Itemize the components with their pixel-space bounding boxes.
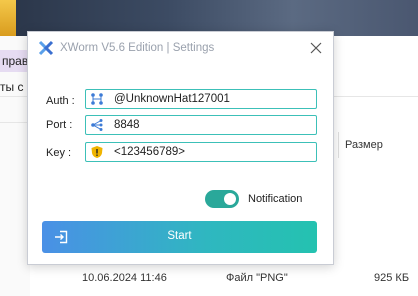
port-field-box[interactable] — [85, 115, 317, 135]
key-label: Key : — [46, 147, 72, 159]
key-input[interactable] — [114, 144, 310, 160]
notification-toggle[interactable] — [205, 190, 239, 208]
column-header-size[interactable]: Размер — [345, 139, 383, 151]
dialog-title: XWorm V5.6 Edition | Settings — [60, 42, 215, 54]
port-tree-icon — [91, 119, 103, 131]
start-button-label: Start — [167, 230, 192, 242]
file-type: Файл "PNG" — [226, 272, 288, 284]
toggle-knob — [224, 193, 236, 205]
explorer-left-pane — [0, 36, 30, 296]
folder-icon — [0, 0, 16, 36]
close-icon[interactable] — [307, 39, 325, 57]
settings-dialog: XWorm V5.6 Edition | Settings Auth : Por… — [27, 31, 334, 265]
titlebar[interactable]: XWorm V5.6 Edition | Settings — [28, 32, 333, 64]
key-field-box[interactable] — [85, 142, 317, 162]
notification-label: Notification — [248, 193, 303, 205]
port-label: Port : — [46, 119, 73, 131]
file-size: 925 КБ — [374, 272, 410, 284]
column-divider[interactable] — [338, 132, 339, 158]
xworm-logo-icon — [38, 40, 54, 56]
auth-input[interactable] — [114, 91, 310, 107]
network-icon — [91, 93, 103, 105]
ribbon-item[interactable]: ты с — [0, 80, 23, 94]
port-input[interactable] — [114, 117, 310, 133]
ribbon-tab[interactable]: правле — [0, 50, 42, 72]
auth-field-box[interactable] — [85, 89, 317, 109]
auth-label: Auth : — [46, 95, 75, 107]
start-button[interactable]: Start — [42, 221, 317, 253]
file-date: 10.06.2024 11:46 — [82, 272, 167, 284]
warning-shield-icon — [91, 146, 103, 158]
